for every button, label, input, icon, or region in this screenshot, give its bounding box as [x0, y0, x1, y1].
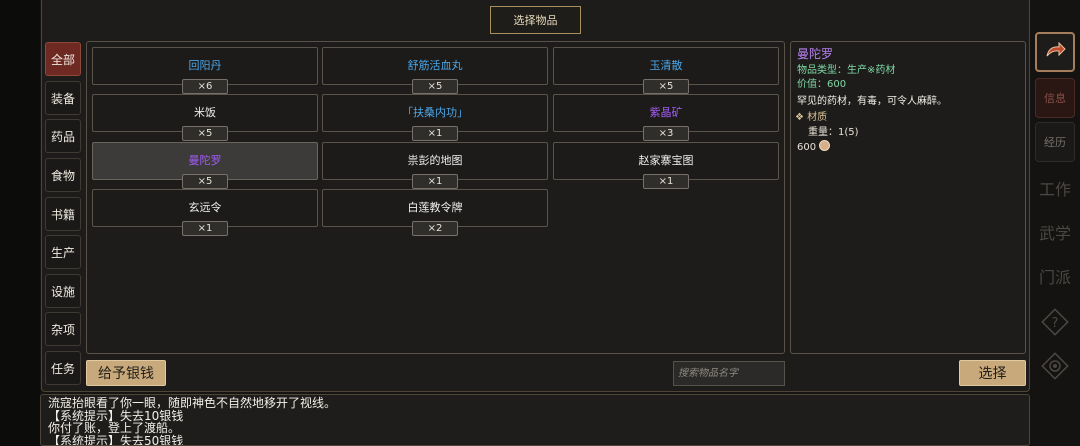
detail-section-label: 材质: [807, 112, 828, 123]
item-card[interactable]: 玉清散 ×5: [553, 47, 779, 94]
item-card[interactable]: 紫晶矿 ×3: [553, 94, 779, 141]
category-misc-button[interactable]: 杂项: [45, 312, 81, 346]
detail-item-value: 价值：600: [797, 79, 847, 90]
item-quantity-badge: ×1: [182, 221, 228, 236]
category-food-button[interactable]: 食物: [45, 158, 81, 192]
category-books-button[interactable]: 书籍: [45, 197, 81, 231]
item-quantity-badge: ×5: [182, 174, 228, 189]
item-quantity-badge: ×1: [412, 174, 458, 189]
detail-price-value: 600: [797, 142, 817, 153]
diamond-ornament-icon: ❖: [795, 112, 804, 123]
title-corner-ornament: [572, 6, 581, 15]
detail-item-type: 物品类型：生产※药材: [797, 65, 896, 76]
sidebar-item-martial[interactable]: 武学: [1035, 212, 1075, 252]
item-quantity-badge: ×1: [412, 126, 458, 141]
item-quantity-badge: ×2: [412, 221, 458, 236]
item-name: 曼陀罗: [188, 154, 222, 167]
sidebar-item-sect[interactable]: 门派: [1035, 256, 1075, 296]
item-card[interactable]: 赵家寨宝图 ×1: [553, 142, 779, 189]
log-line: 流寇抬眼看了你一眼，随即神色不自然地移开了视线。: [48, 396, 337, 410]
category-all-button[interactable]: 全部: [45, 42, 81, 76]
detail-item-name: 曼陀罗: [797, 47, 834, 61]
panel-title: 选择物品: [490, 6, 581, 34]
sidebar-item-label: 信息: [1044, 92, 1066, 105]
category-label: 设施: [50, 284, 75, 299]
sidebar-item-label: 门派: [1038, 268, 1071, 287]
category-label: 生产: [50, 245, 75, 260]
item-quantity-badge: ×5: [182, 126, 228, 141]
item-name: 白莲教令牌: [407, 201, 463, 214]
category-label: 杂项: [50, 322, 75, 337]
sidebar-item-work[interactable]: 工作: [1035, 168, 1075, 208]
item-quantity-badge: ×1: [643, 174, 689, 189]
item-quantity-badge: ×5: [412, 79, 458, 94]
title-corner-ornament: [490, 25, 499, 34]
left-edge: [0, 0, 40, 446]
detail-description: 罕见的药材，有毒，可令人麻醉。: [797, 96, 947, 107]
category-label: 全部: [50, 52, 75, 67]
detail-weight: 重量：1(5): [808, 127, 859, 138]
item-name: 舒筋活血丸: [407, 59, 463, 72]
category-production-button[interactable]: 生产: [45, 235, 81, 269]
give-money-label: 给予银钱: [98, 366, 154, 382]
category-label: 药品: [50, 129, 75, 144]
silver-coin-icon: [819, 140, 831, 151]
category-equipment-button[interactable]: 装备: [45, 81, 81, 115]
category-label: 装备: [50, 91, 75, 106]
title-corner-ornament: [490, 6, 499, 15]
log-line: 你付了账，登上了渡船。: [48, 421, 181, 435]
return-arrow-button[interactable]: [1035, 32, 1075, 72]
item-name: 赵家寨宝图: [638, 154, 694, 167]
item-quantity-badge: ×6: [182, 79, 228, 94]
select-button[interactable]: 选择: [959, 360, 1026, 386]
settings-button[interactable]: [1035, 346, 1075, 386]
give-money-button[interactable]: 给予银钱: [86, 360, 166, 386]
help-question-icon: ?: [1041, 308, 1069, 336]
sidebar-item-history[interactable]: 经历: [1035, 122, 1075, 162]
item-name: 玄远令: [188, 201, 222, 214]
item-card[interactable]: 回阳丹 ×6: [92, 47, 318, 94]
item-name: 玉清散: [649, 59, 683, 72]
help-button[interactable]: ?: [1035, 302, 1075, 342]
item-card[interactable]: 白莲教令牌 ×2: [322, 189, 548, 236]
item-quantity-badge: ×3: [643, 126, 689, 141]
item-name: 祟彭的地图: [407, 154, 463, 167]
log-line: 【系统提示】失去10银钱: [48, 408, 184, 423]
item-search-input[interactable]: [673, 361, 785, 386]
svg-text:?: ?: [1052, 316, 1059, 331]
item-name: 「扶桑内功」: [402, 106, 468, 119]
item-detail-panel: 曼陀罗 物品类型：生产※药材 价值：600 罕见的药材，有毒，可令人麻醉。 ❖ …: [790, 41, 1026, 354]
category-label: 任务: [50, 361, 75, 376]
item-card-selected[interactable]: 曼陀罗 ×5: [92, 142, 318, 189]
item-card[interactable]: 玄远令 ×1: [92, 189, 318, 236]
sidebar-item-info[interactable]: 信息: [1035, 78, 1075, 118]
return-arrow-icon: [1046, 41, 1066, 57]
item-card[interactable]: 舒筋活血丸 ×5: [322, 47, 548, 94]
log-line: 【系统提示】失去50银钱: [48, 433, 184, 446]
sidebar-item-label: 经历: [1044, 136, 1066, 149]
title-corner-ornament: [572, 25, 581, 34]
message-log[interactable]: 流寇抬眼看了你一眼，随即神色不自然地移开了视线。 【系统提示】失去10银钱 你付…: [40, 394, 1030, 446]
sidebar-item-label: 工作: [1038, 180, 1071, 199]
item-name: 紫晶矿: [649, 106, 683, 119]
select-label: 选择: [978, 366, 1007, 382]
item-card[interactable]: 米饭 ×5: [92, 94, 318, 141]
item-name: 回阳丹: [188, 59, 222, 72]
category-label: 书籍: [50, 207, 75, 222]
item-card[interactable]: 祟彭的地图 ×1: [322, 142, 548, 189]
sidebar-item-label: 武学: [1038, 224, 1071, 243]
category-facility-button[interactable]: 设施: [45, 274, 81, 308]
category-label: 食物: [50, 168, 75, 183]
detail-section-material: ❖ 材质: [795, 108, 827, 123]
item-quantity-badge: ×5: [643, 79, 689, 94]
detail-price: 600: [797, 140, 831, 153]
item-name: 米饭: [194, 106, 216, 119]
item-card[interactable]: 「扶桑内功」 ×1: [322, 94, 548, 141]
panel-title-text: 选择物品: [513, 14, 558, 27]
gear-icon: [1041, 352, 1069, 380]
category-quest-button[interactable]: 任务: [45, 351, 81, 385]
category-medicine-button[interactable]: 药品: [45, 119, 81, 153]
